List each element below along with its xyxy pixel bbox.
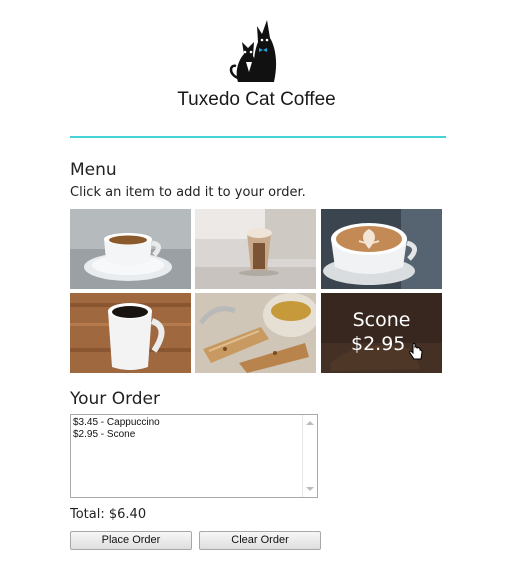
tuxedo-cat-logo — [226, 12, 288, 86]
hand-pointer-icon — [409, 343, 423, 360]
menu-item-espresso[interactable] — [70, 209, 191, 289]
order-listbox[interactable]: $3.45 - Cappuccino $2.95 - Scone — [70, 414, 318, 498]
brand-title: Tuxedo Cat Coffee — [177, 89, 336, 110]
menu-item-latte[interactable] — [321, 209, 442, 289]
menu-item-biscotti[interactable] — [195, 293, 316, 373]
order-line: $2.95 - Scone — [73, 429, 136, 440]
espresso-cup-photo — [70, 209, 191, 289]
menu-item-hot-chocolate[interactable] — [195, 209, 316, 289]
hover-item-price: $2.95 — [351, 333, 406, 355]
menu-item-scone[interactable]: Scone $2.95 — [321, 293, 442, 373]
header-divider — [70, 136, 446, 138]
menu-grid: Scone $2.95 — [70, 209, 443, 374]
biscotti-tea-photo — [195, 293, 316, 373]
black-coffee-mug-photo — [70, 293, 191, 373]
clear-order-button[interactable]: Clear Order — [199, 531, 321, 550]
menu-instructions: Click an item to add it to your order. — [70, 185, 306, 200]
hot-chocolate-glass-photo — [195, 209, 316, 289]
order-line: $3.45 - Cappuccino — [73, 417, 160, 428]
hover-item-name: Scone — [352, 309, 411, 331]
order-heading: Your Order — [70, 389, 161, 409]
latte-art-photo — [321, 209, 442, 289]
order-scrollbar[interactable] — [302, 415, 317, 497]
scroll-down-icon[interactable] — [306, 487, 314, 491]
order-total: Total: $6.40 — [70, 507, 147, 522]
menu-heading: Menu — [70, 160, 117, 180]
place-order-button[interactable]: Place Order — [70, 531, 192, 550]
scroll-up-icon[interactable] — [306, 421, 314, 425]
menu-item-coffee[interactable] — [70, 293, 191, 373]
